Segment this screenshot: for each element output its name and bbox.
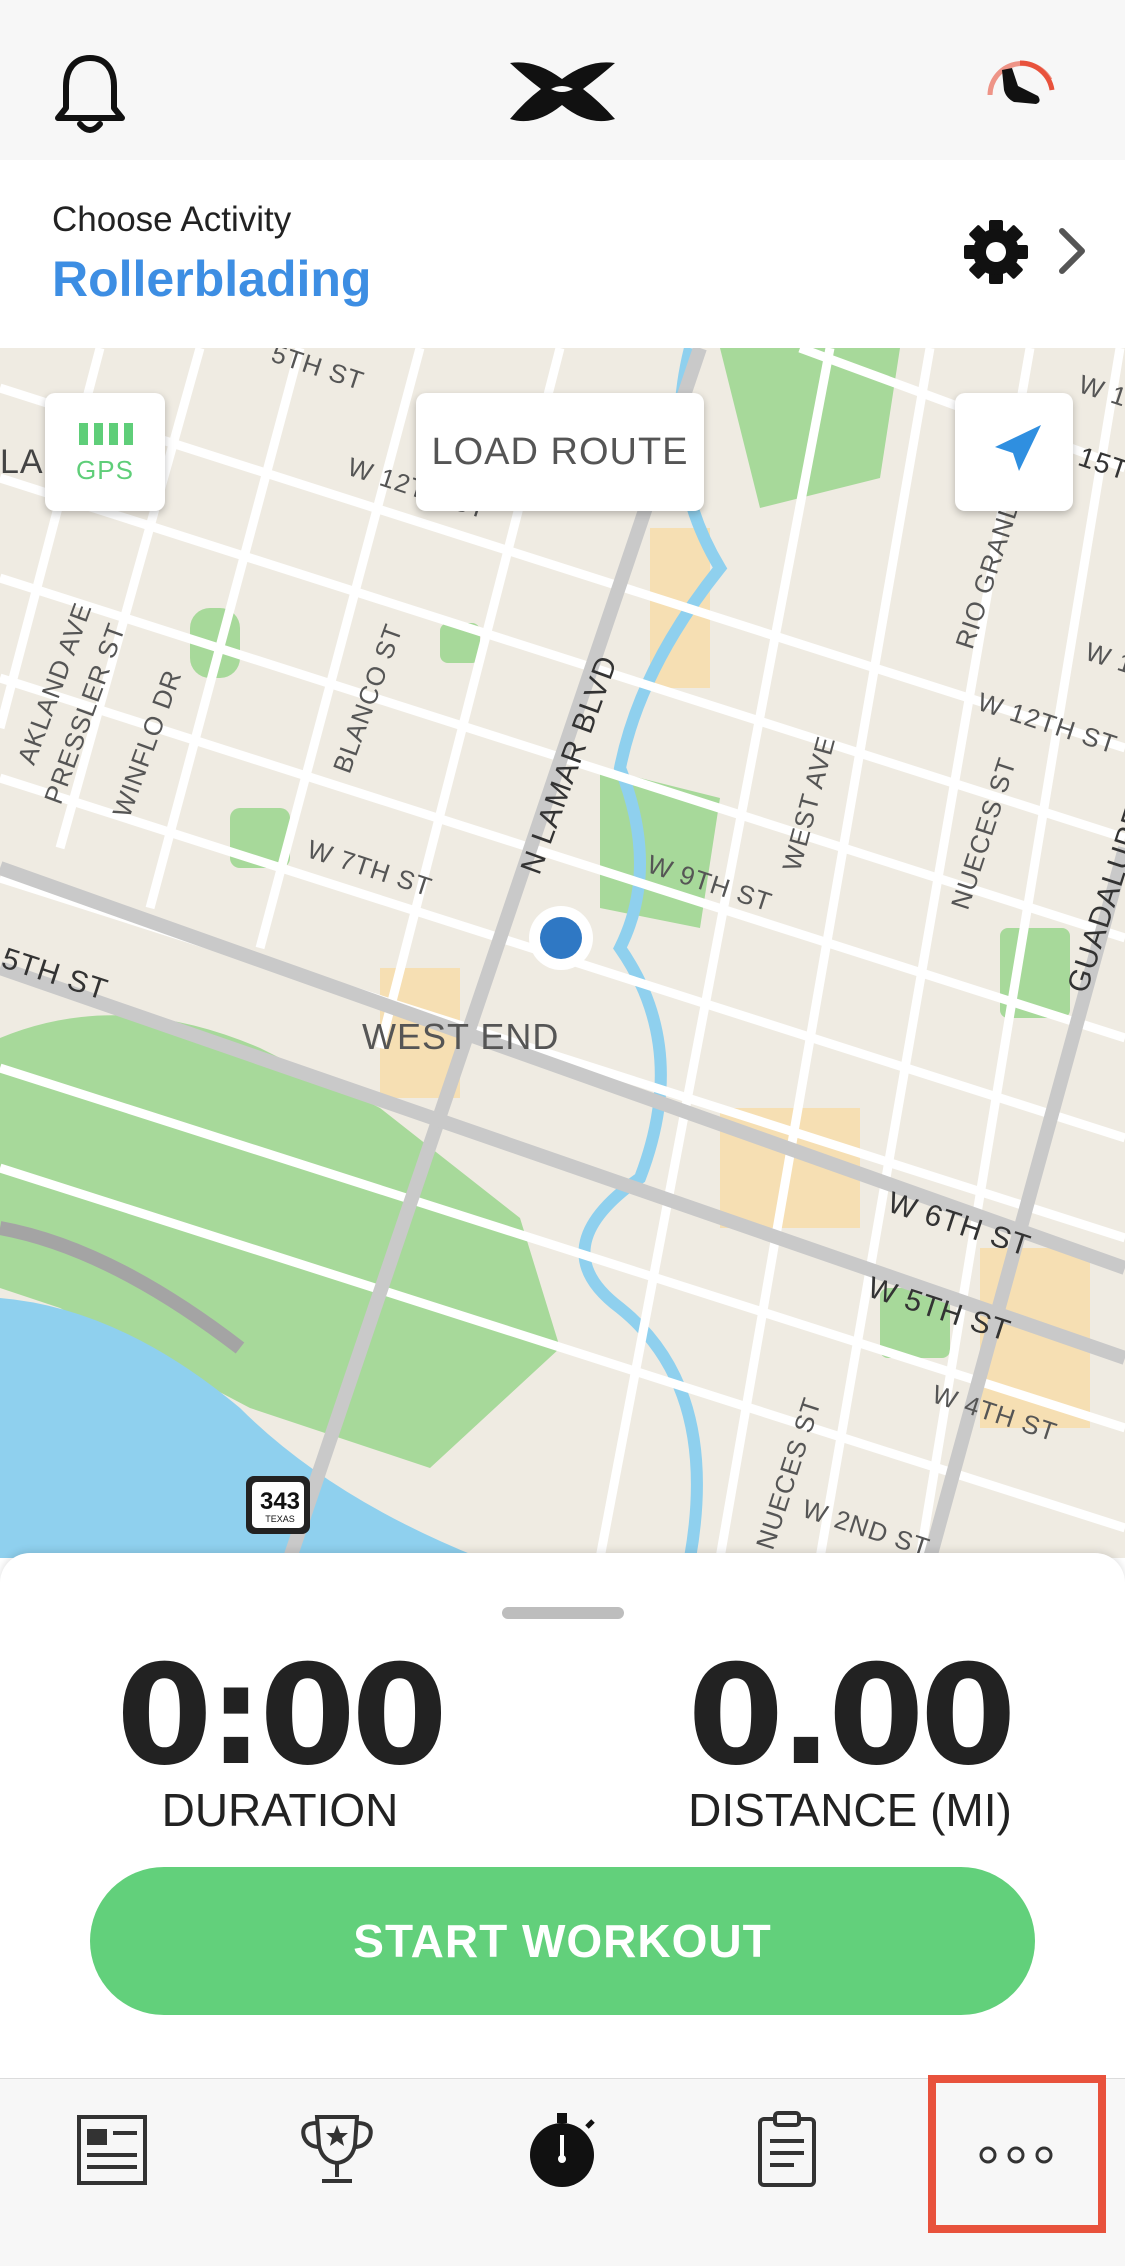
start-workout-button[interactable]: START WORKOUT [90,1867,1035,2015]
duration-value: 0:00 [116,1635,447,1796]
distance-label: DISTANCE (MI) [688,1784,1012,1836]
chevron-right-icon[interactable] [1052,225,1092,277]
newsfeed-icon[interactable] [67,2105,157,2195]
load-route-label: LOAD ROUTE [431,431,689,473]
clipboard-icon[interactable] [742,2105,832,2195]
stopwatch-icon[interactable] [517,2105,607,2195]
duration-label: DURATION [161,1784,399,1836]
recenter-location-button[interactable] [955,393,1073,511]
sheet-drag-handle[interactable] [502,1607,624,1619]
shoe-connect-icon[interactable] [980,50,1060,120]
under-armour-logo [510,62,615,122]
trophy-icon[interactable] [292,2105,382,2195]
highway-shield-state: TEXAS [265,1514,295,1524]
load-route-button[interactable]: LOAD ROUTE [416,393,704,511]
location-arrow-icon [995,425,1041,471]
choose-activity-label: Choose Activity [52,200,292,239]
gear-icon[interactable] [962,218,1030,286]
map-label: WEST END [362,1016,560,1057]
map-view[interactable]: 5TH ST LAR LE W 12TH ST AKLAND AVE PRESS… [0,348,1125,1558]
distance-value: 0.00 [687,1635,1017,1796]
bell-icon[interactable] [50,50,130,140]
activity-name[interactable]: Rollerblading [52,250,371,308]
map-canvas [0,348,1125,1558]
gps-label: GPS [76,455,134,485]
gps-signal-icon [79,423,133,445]
more-tab-highlighted[interactable] [928,2075,1106,2233]
gps-status-button[interactable]: GPS [45,393,165,511]
more-dots-icon [979,2146,1053,2164]
highway-shield-number: 343 [259,1488,301,1515]
